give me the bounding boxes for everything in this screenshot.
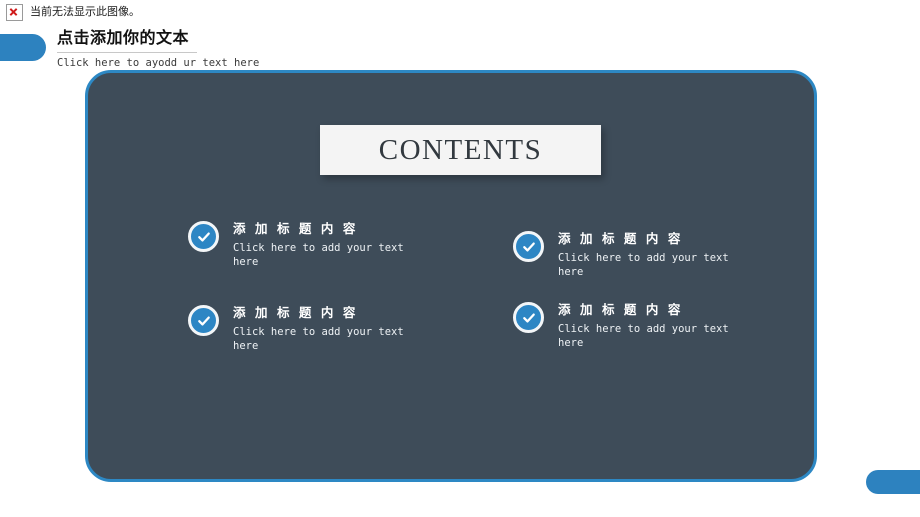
header-accent-bar xyxy=(0,34,46,61)
contents-title-card: CONTENTS xyxy=(320,125,601,175)
check-circle-icon xyxy=(188,305,219,336)
contents-item-4-body: Click here to add your text here xyxy=(558,323,729,349)
broken-image-notice: 当前无法显示此图像。 xyxy=(0,0,140,24)
contents-item-1-heading: 添 加 标 题 内 容 xyxy=(233,222,359,236)
header: 点击添加你的文本 Click here to ayodd ur text her… xyxy=(57,29,387,70)
footer-accent-bar xyxy=(866,470,920,494)
page-title: 点击添加你的文本 xyxy=(57,30,190,47)
check-circle-icon xyxy=(188,221,219,252)
contents-items-grid: 添 加 标 题 内 容 Click here to add your text … xyxy=(88,213,814,423)
broken-image-icon xyxy=(6,3,23,21)
contents-item-1[interactable]: 添 加 标 题 内 容 Click here to add your text … xyxy=(188,219,478,269)
contents-item-3-heading: 添 加 标 题 内 容 xyxy=(233,306,359,320)
page-subtitle: Click here to ayodd ur text here xyxy=(57,57,260,69)
broken-image-message: 当前无法显示此图像。 xyxy=(30,5,140,18)
contents-item-4[interactable]: 添 加 标 题 内 容 Click here to add your text … xyxy=(513,300,803,350)
contents-item-3[interactable]: 添 加 标 题 内 容 Click here to add your text … xyxy=(188,303,478,353)
contents-item-4-heading: 添 加 标 题 内 容 xyxy=(558,303,684,317)
contents-title-label: CONTENTS xyxy=(378,133,543,166)
header-divider xyxy=(57,52,197,53)
contents-item-1-body: Click here to add your text here xyxy=(233,242,404,268)
contents-item-3-body: Click here to add your text here xyxy=(233,326,404,352)
contents-item-2-heading: 添 加 标 题 内 容 xyxy=(558,232,684,246)
contents-item-2[interactable]: 添 加 标 题 内 容 Click here to add your text … xyxy=(513,229,803,279)
check-circle-icon xyxy=(513,231,544,262)
contents-panel: CONTENTS 添 加 标 题 内 容 Click here to add y… xyxy=(85,70,817,482)
contents-item-2-body: Click here to add your text here xyxy=(558,252,729,278)
check-circle-icon xyxy=(513,302,544,333)
